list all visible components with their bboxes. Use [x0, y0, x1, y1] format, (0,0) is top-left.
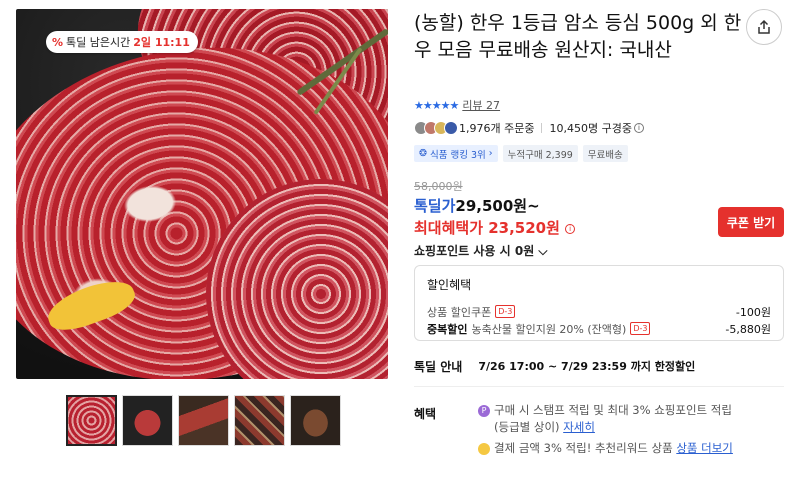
more-products-link[interactable]: 상품 더보기 [676, 441, 733, 455]
d-day-badge: D-3 [495, 305, 516, 318]
d-day-badge: D-3 [630, 322, 651, 335]
details-link[interactable]: 자세히 [563, 420, 595, 434]
benefit-label: 혜택 [414, 407, 437, 421]
buyer-avatars [414, 121, 458, 135]
info-icon[interactable]: i [633, 123, 644, 133]
viewer-count: 10,450명 구경중 [549, 122, 632, 135]
benefit-item: 결제 금액 3% 적립! 추천리워드 상품 상품 더보기 [478, 440, 733, 456]
deal-price: 톡딜가29,500원~ [414, 195, 540, 216]
avatar [444, 121, 458, 135]
deal-timer-badge: % 톡딜 남은시간 2일 11:11 [46, 31, 198, 53]
divider [414, 386, 784, 387]
main-product-image[interactable]: % 톡딜 남은시간 2일 11:11 [16, 9, 388, 379]
rating-row: ★★★★★ 리뷰 27 [414, 97, 500, 113]
star-rating-icon: ★★★★★ [414, 98, 459, 112]
deal-info-value: 7/26 17:00 ~ 7/29 23:59 까지 한정할인 [478, 360, 696, 373]
coupon-button[interactable]: 쿠폰 받기 [718, 207, 784, 237]
thumbnail-4[interactable] [234, 395, 285, 446]
thumbnail-strip [66, 395, 341, 446]
deal-timer-value: 2일 11:11 [133, 36, 190, 49]
points-usage[interactable]: 쇼핑포인트 사용 시 0원 ⌵ [414, 242, 548, 259]
rank-icon: ❂ [419, 148, 430, 159]
cumulative-purchase-tag: 누적구매 2,399 [502, 145, 578, 162]
order-count: 1,976개 주문중 [459, 122, 535, 135]
deal-info-label: 톡딜 안내 [414, 360, 463, 374]
discount-title: 할인혜택 [427, 278, 472, 292]
product-title: (농할) 한우 1등급 암소 등심 500g 외 한우 모음 무료배송 원산지:… [414, 12, 742, 61]
benefit-item: P 구매 시 스탬프 적립 및 최대 3% 쇼핑포인트 적립 (등급별 상이) 자… [478, 402, 778, 436]
divider [541, 123, 543, 133]
deal-info-row: 톡딜 안내 7/26 17:00 ~ 7/29 23:59 까지 한정할인 [414, 358, 695, 375]
share-button[interactable] [746, 9, 782, 45]
social-proof-row: 1,976개 주문중 10,450명 구경중 i [414, 120, 644, 136]
discount-box: 할인혜택 상품 할인쿠폰 D-3 -100원 중복할인 농축산물 할인지원 20… [414, 265, 784, 341]
deal-timer-label: 톡딜 남은시간 [66, 36, 131, 49]
max-benefit-text: 최대혜택가 23,520원 [414, 219, 560, 237]
deal-price-amount: 29,500원~ [455, 197, 540, 215]
free-shipping-tag: 무료배송 [582, 145, 628, 162]
discount-line: 상품 할인쿠폰 D-3 -100원 [427, 303, 771, 320]
coupon-discount-amount: -100원 [735, 305, 771, 319]
subsidy-discount-label: 농축산물 할인지원 20% (잔액형) [471, 322, 627, 336]
thumbnail-1[interactable] [66, 395, 117, 446]
deal-price-label: 톡딜가 [414, 197, 456, 215]
coupon-discount-label: 상품 할인쿠폰 [427, 305, 492, 319]
subsidy-discount-amount: -5,880원 [725, 322, 771, 336]
thumbnail-2[interactable] [122, 395, 173, 446]
max-benefit-price: 최대혜택가 23,520원 i [414, 217, 576, 238]
discount-line: 중복할인 농축산물 할인지원 20% (잔액형) D-3 -5,880원 [427, 320, 771, 337]
coin-icon [478, 442, 490, 455]
chevron-down-icon: ⌵ [534, 244, 548, 258]
chevron-right-icon: › [485, 148, 493, 159]
percent-icon: % [52, 35, 64, 49]
info-icon[interactable]: i [565, 223, 576, 234]
thumbnail-5[interactable] [290, 395, 341, 446]
point-icon: P [478, 404, 490, 417]
thumbnail-3[interactable] [178, 395, 229, 446]
duplicate-discount-label: 중복할인 [427, 322, 468, 336]
tag-row: ❂ 식품 랭킹 3위 › 누적구매 2,399 무료배송 [414, 145, 628, 162]
review-link[interactable]: 리뷰 27 [462, 97, 500, 113]
original-price: 58,000원 [414, 180, 463, 193]
ranking-tag[interactable]: ❂ 식품 랭킹 3위 › [414, 145, 498, 162]
share-icon [758, 19, 770, 34]
